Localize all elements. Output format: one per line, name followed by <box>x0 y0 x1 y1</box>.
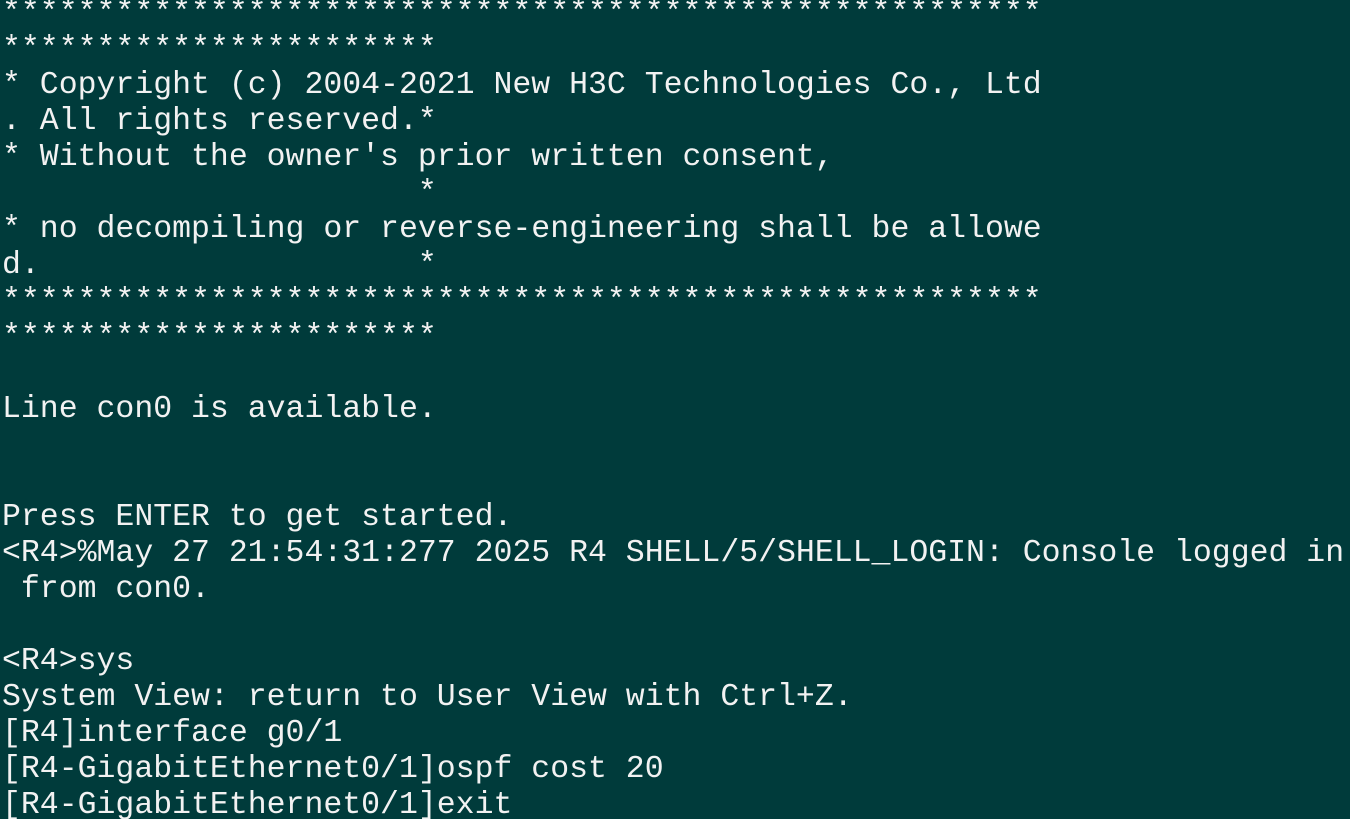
terminal-line-cmd-interface: [R4]interface g0/1 <box>2 716 343 751</box>
terminal-line-banner-stars-2: *********************** <box>2 32 437 67</box>
terminal-line-decompiling: * no decompiling or reverse-engineering … <box>2 212 1042 247</box>
terminal-console[interactable]: ****************************************… <box>0 0 1350 819</box>
terminal-line-banner-stars-4: *********************** <box>2 320 437 355</box>
terminal-line-press-enter: Press ENTER to get started. <box>2 500 513 535</box>
terminal-line-blank-1 <box>2 356 1350 392</box>
terminal-line-cmd-exit: [R4-GigabitEthernet0/1]exit <box>2 788 513 819</box>
terminal-line-system-view: System View: return to User View with Ct… <box>2 680 853 715</box>
terminal-line-banner-stars-1: ****************************************… <box>2 0 1042 31</box>
terminal-line-allowed: d. * <box>2 248 437 283</box>
terminal-line-login-log: <R4>%May 27 21:54:31:277 2025 R4 SHELL/5… <box>2 536 1345 571</box>
terminal-line-copyright: * Copyright (c) 2004-2021 New H3C Techno… <box>2 68 1042 103</box>
terminal-line-blank-3 <box>2 464 1350 500</box>
terminal-line-consent: * Without the owner's prior written cons… <box>2 140 834 175</box>
terminal-line-login-log-cont: from con0. <box>2 572 210 607</box>
terminal-line-cmd-ospf-cost: [R4-GigabitEthernet0/1]ospf cost 20 <box>2 752 664 787</box>
terminal-line-cmd-sys: <R4>sys <box>2 644 135 679</box>
terminal-line-blank-2 <box>2 428 1350 464</box>
terminal-line-consent-star: * <box>2 176 437 211</box>
terminal-line-con0-available: Line con0 is available. <box>2 392 437 427</box>
terminal-line-banner-stars-3: ****************************************… <box>2 284 1042 319</box>
terminal-line-rights: . All rights reserved.* <box>2 104 437 139</box>
terminal-line-blank-4 <box>2 608 1350 644</box>
